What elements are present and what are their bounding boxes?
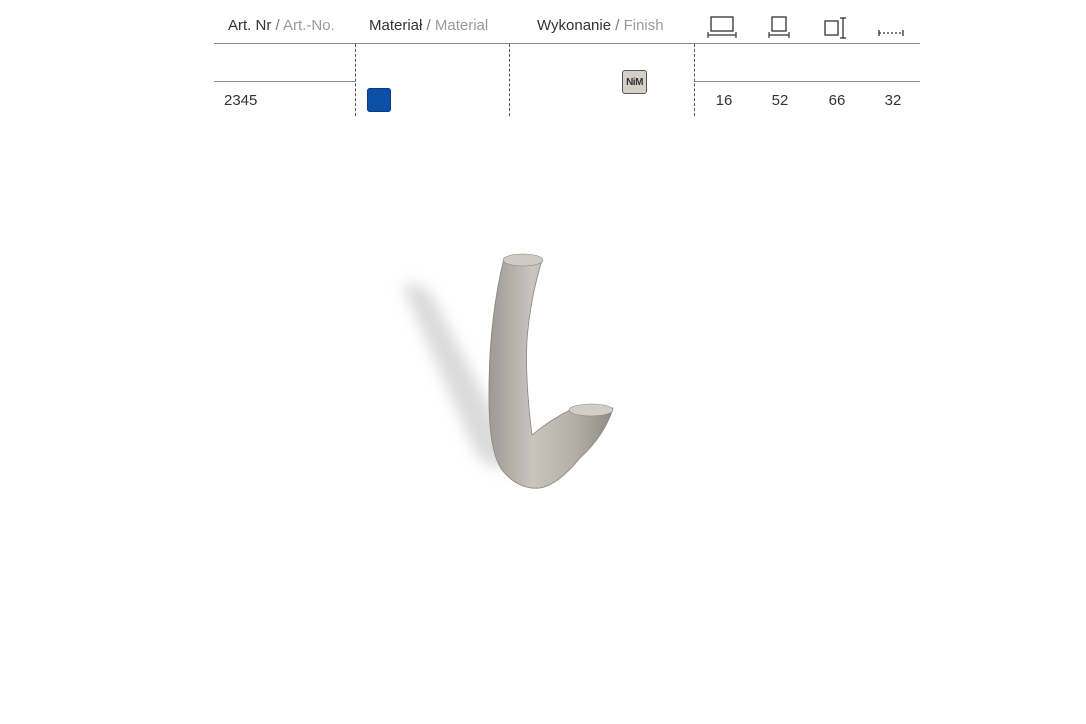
spec-table: Art. Nr / Art.-No. Materiał / Material W…: [214, 0, 920, 116]
wall-hook-image: [402, 253, 614, 489]
length-dimension-icon: [707, 16, 737, 38]
hook-body: [488, 254, 614, 489]
finish-badge: NiM: [622, 70, 647, 94]
header-art-nr: Art. Nr / Art.-No.: [228, 17, 335, 34]
header-material-secondary: Material: [434, 17, 489, 34]
row-rule-right: [694, 81, 920, 82]
header-art-nr-separator: /: [271, 17, 284, 34]
dimension-value: 52: [771, 92, 789, 109]
header-finish: Wykonanie / Finish: [537, 17, 664, 34]
header-rule: [214, 43, 920, 44]
row-rule-left: [214, 81, 355, 82]
art-nr-value: 2345: [224, 92, 258, 109]
header-finish-secondary: Finish: [623, 17, 664, 34]
header-finish-primary: Wykonanie: [537, 17, 612, 34]
width-dimension-icon: [768, 16, 790, 38]
header-material-separator: /: [422, 17, 435, 34]
hook-top-cap: [502, 253, 544, 267]
material-swatch: [367, 88, 391, 112]
header-material-primary: Materiał: [369, 17, 423, 34]
column-divider: [694, 44, 695, 116]
column-divider: [509, 44, 510, 116]
dimension-value: 32: [884, 92, 902, 109]
hook-tip-cap: [568, 403, 614, 417]
spacing-dimension-icon: [878, 30, 904, 36]
header-art-nr-secondary: Art.-No.: [283, 17, 335, 34]
dimension-value: 66: [828, 92, 846, 109]
header-art-nr-primary: Art. Nr: [228, 17, 272, 34]
column-divider: [355, 44, 356, 116]
dimension-value: 16: [715, 92, 733, 109]
header-finish-separator: /: [611, 17, 624, 34]
height-dimension-icon: [824, 17, 846, 39]
header-material: Materiał / Material: [369, 17, 488, 34]
